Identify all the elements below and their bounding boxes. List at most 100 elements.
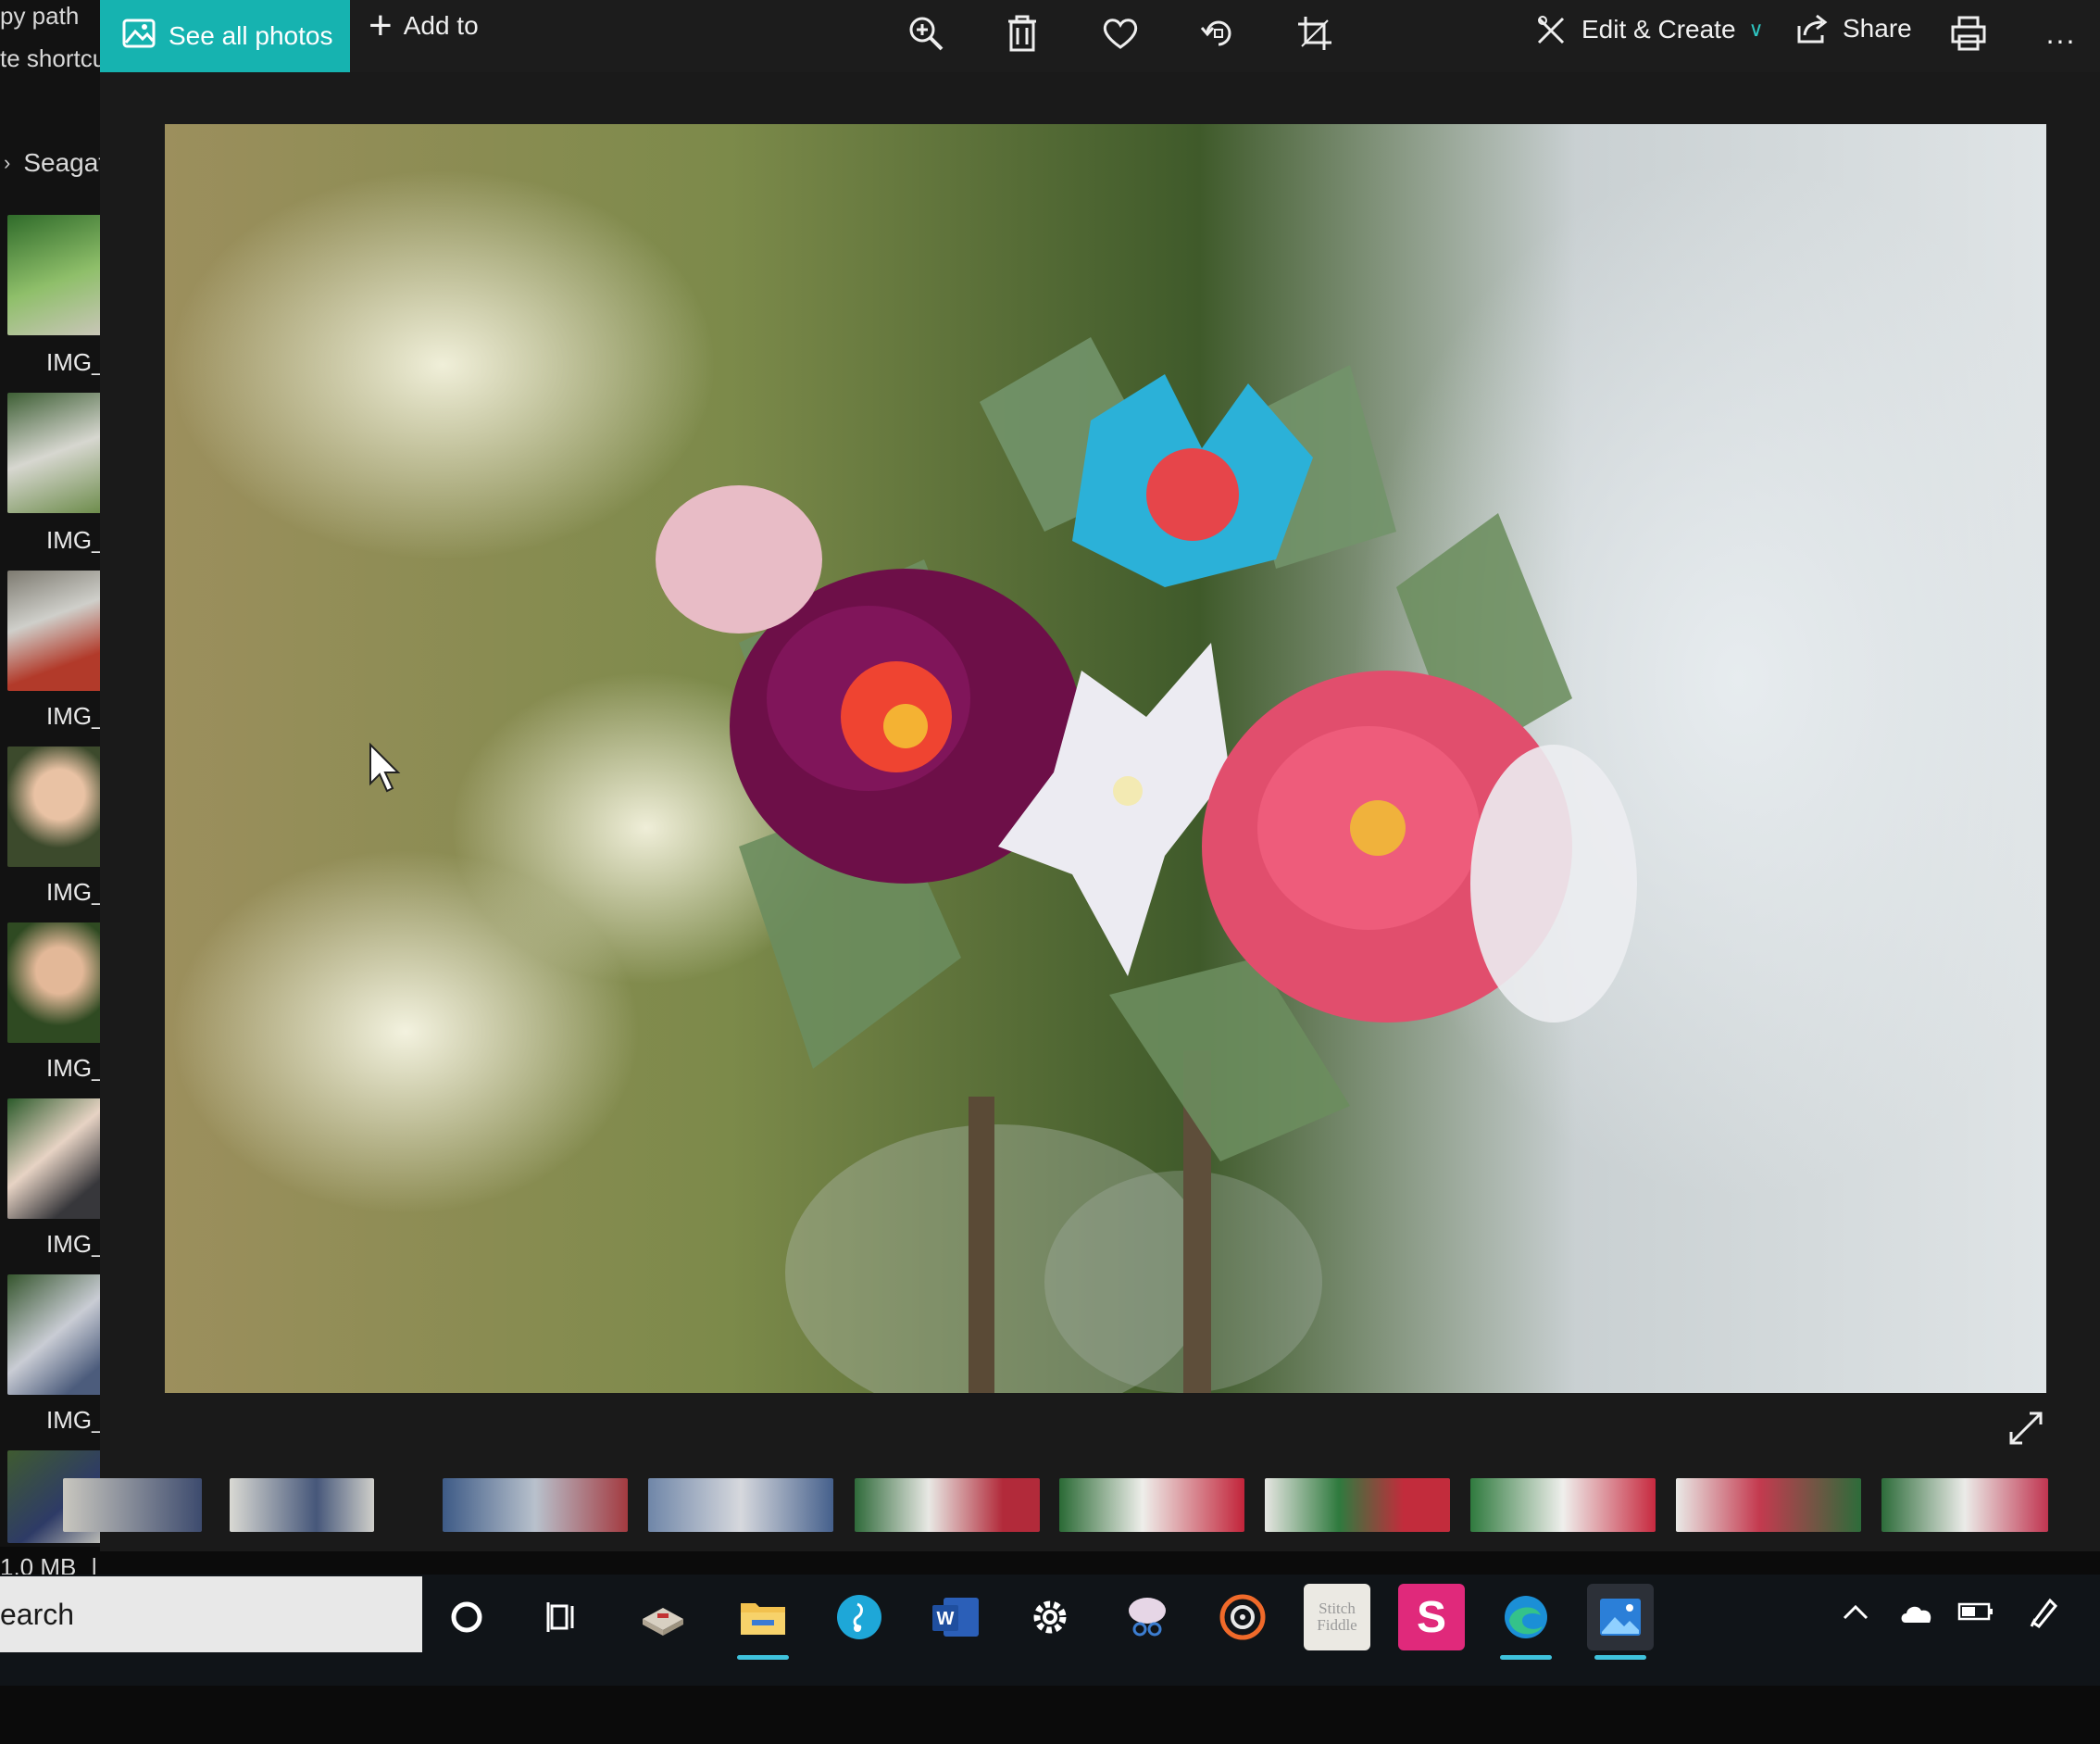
search-box-text: earch [0,1597,75,1631]
delete-button[interactable] [996,7,1048,59]
s-logo-icon: S [1416,1592,1446,1642]
cortana-button[interactable] [433,1584,500,1650]
photo-gallery-icon [122,19,156,55]
filmstrip-thumbnail[interactable] [230,1478,374,1532]
edit-create-label: Edit & Create [1581,15,1736,44]
filmstrip-thumbnail[interactable] [1881,1478,2048,1532]
expand-icon [2009,1412,2043,1445]
taskbar-app-media-player[interactable] [1209,1584,1276,1650]
rotate-button[interactable] [1193,7,1244,59]
share-label: Share [1843,14,1912,43]
add-to-label: Add to [403,11,479,40]
heart-icon [1103,19,1138,49]
photos-app-window: See all photos + Add to Edit & Create ∨ [63,0,2100,1551]
edit-create-icon [1537,16,1565,44]
folder-icon [741,1603,785,1635]
battery-button[interactable] [1954,1589,1998,1634]
taskbar-app-snipping-tool[interactable] [1115,1584,1181,1650]
file-thumbnail[interactable] [7,393,102,513]
file-name-label: IMG_ [46,526,102,554]
fullscreen-button[interactable] [1998,1400,2054,1456]
cloud-icon [1901,1606,1931,1623]
filmstrip-thumbnail[interactable] [443,1478,628,1532]
zoom-in-icon [909,17,944,51]
plus-icon: + [369,3,393,48]
svg-text:W: W [937,1609,955,1629]
share-button[interactable]: Share [1796,13,1912,44]
photo-toolbar: See all photos + Add to Edit & Create ∨ [100,0,2100,72]
file-explorer-pane: py path te shortcu › Seagat IMG_ IMG_ IM… [0,0,102,1547]
file-thumbnail[interactable] [7,571,102,691]
crop-icon [1298,17,1331,50]
taskbar-app-photos[interactable] [1587,1584,1654,1660]
media-disc-icon [1219,1594,1266,1640]
file-thumbnail[interactable] [7,1098,102,1219]
stitch-fiddle-label: Stitch Fiddle [1317,1600,1357,1634]
add-to-button[interactable]: + Add to [369,0,479,52]
task-view-icon [546,1602,574,1632]
filmstrip-thumbnail[interactable] [1059,1478,1244,1532]
file-name-label: IMG_ [46,1230,102,1258]
filmstrip-thumbnail[interactable] [1470,1478,1656,1532]
taskbar-app-edge[interactable] [1493,1584,1559,1660]
file-thumbnail[interactable] [7,215,102,335]
drive-label: Seagat [23,148,102,177]
taskbar-app-settings[interactable] [1017,1584,1083,1650]
paste-shortcut-command[interactable]: te shortcu [0,44,102,73]
filmstrip-thumbnail[interactable] [1676,1478,1861,1532]
rotate-icon [1200,20,1231,46]
see-all-photos-button[interactable]: See all photos [100,0,350,72]
filmstrip [63,1473,2100,1539]
filmstrip-thumbnail[interactable] [648,1478,833,1532]
photos-app-icon [1600,1599,1641,1636]
taskbar-app-music[interactable] [826,1584,893,1650]
music-note-icon [837,1595,881,1639]
trash-icon [1008,15,1036,52]
file-thumbnail[interactable] [7,747,102,867]
onedrive-button[interactable] [1894,1589,1939,1634]
taskbar-app-s[interactable]: S [1398,1584,1465,1650]
filmstrip-thumbnail[interactable] [855,1478,1040,1532]
pen-workspace-button[interactable] [2022,1589,2067,1634]
taskbar-search-box[interactable]: earch [0,1576,422,1652]
mouse-cursor-icon [369,742,401,793]
print-button[interactable] [1943,7,1994,59]
main-photo[interactable] [165,124,2046,1393]
favorite-button[interactable] [1094,7,1146,59]
battery-icon [1957,1602,1993,1621]
task-view-button[interactable] [530,1584,596,1650]
share-icon [1797,14,1828,44]
chevron-up-icon [1843,1604,1869,1620]
file-thumbnail[interactable] [7,922,102,1043]
edit-create-button[interactable]: Edit & Create ∨ [1535,13,1764,46]
zoom-button[interactable] [900,7,952,59]
crop-button[interactable] [1289,7,1341,59]
copy-path-command[interactable]: py path [0,2,79,31]
filmstrip-thumbnail[interactable] [63,1478,202,1532]
file-name-label: IMG_ [46,878,102,906]
taskbar-app-stitch-fiddle[interactable]: Stitch Fiddle [1304,1584,1370,1650]
file-name-label: IMG_ [46,702,102,730]
chevron-right-icon: › [4,151,11,174]
bouquet-photo-illustration [369,337,1637,1393]
file-name-label: IMG_ [46,1406,102,1434]
file-name-label: IMG_ [46,1054,102,1082]
file-thumbnail[interactable] [7,1274,102,1395]
gear-icon [1033,1600,1067,1634]
cortana-circle-icon [451,1601,482,1633]
pen-icon [2030,1598,2058,1628]
see-all-photos-label: See all photos [169,21,333,50]
toolbox-icon [643,1608,683,1636]
show-hidden-icons-button[interactable] [1833,1589,1878,1634]
word-icon: W [932,1598,979,1637]
file-name-label: IMG_ [46,348,102,376]
nav-item-seagate-drive[interactable]: › Seagat [4,148,102,178]
taskbar-app-word[interactable]: W [922,1584,989,1650]
more-options-button[interactable]: ... [2035,7,2087,59]
printer-icon [1951,16,1986,51]
edge-icon [1505,1596,1547,1638]
filmstrip-thumbnail[interactable] [1265,1478,1450,1532]
taskbar-app-file-explorer[interactable] [730,1584,796,1660]
chevron-down-icon: ∨ [1748,18,1764,41]
taskbar-app-toolbox[interactable] [630,1584,696,1650]
